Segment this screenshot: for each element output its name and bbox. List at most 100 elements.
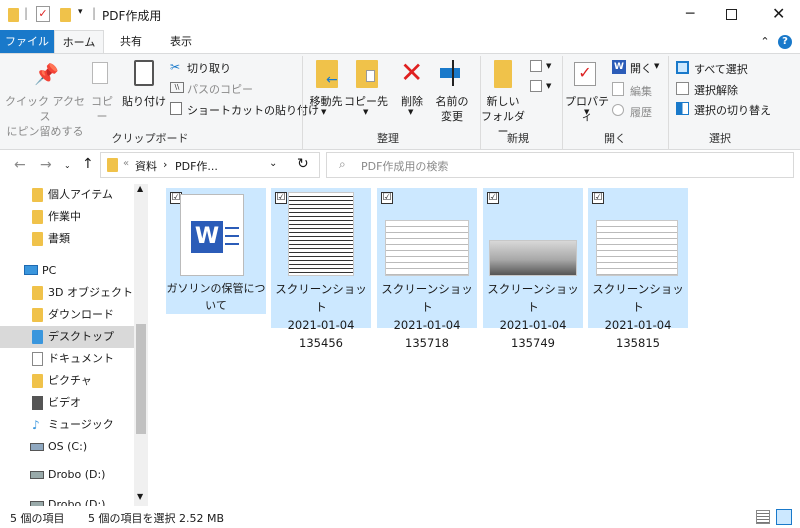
move-to-dropdown-icon[interactable]: ▼	[321, 108, 326, 116]
properties-quick-icon[interactable]: ✓	[36, 6, 50, 22]
breadcrumb-separator-icon[interactable]: ›	[163, 158, 167, 171]
open-dropdown-icon[interactable]: ▼	[654, 62, 659, 70]
scissors-icon: ✂	[170, 60, 181, 74]
forward-button[interactable]: →	[40, 157, 52, 173]
downloads-icon	[32, 308, 43, 322]
tab-home[interactable]: ホーム	[54, 30, 104, 54]
videos-icon	[32, 396, 43, 410]
move-to-button[interactable]: 移動先	[304, 94, 348, 109]
copy-to-dropdown-icon[interactable]: ▼	[363, 108, 368, 116]
nav-item-drive-d-network[interactable]: Drobo (D:)	[0, 494, 148, 506]
nav-item-label: デスクトップ	[48, 330, 114, 343]
maximize-button[interactable]	[726, 9, 737, 20]
title-bar: | ✓ ▾ | PDF作成用 ─ ✕	[0, 0, 800, 30]
tab-share[interactable]: 共有	[106, 30, 156, 54]
open-button[interactable]: 開く	[630, 60, 652, 76]
recent-dropdown-icon[interactable]: ⌄	[64, 161, 71, 170]
history-button[interactable]: 履歴	[630, 104, 652, 120]
nav-item-drive-d[interactable]: Drobo (D:)	[0, 464, 148, 486]
select-all-button[interactable]: すべて選択	[694, 61, 748, 77]
pin-to-quick-access-button[interactable]: クイック アクセス にピン留めする	[4, 94, 86, 139]
scroll-down-icon[interactable]: ▼	[137, 492, 143, 501]
large-icons-view-icon[interactable]	[776, 509, 792, 525]
breadcrumb-item[interactable]: PDF作...	[175, 158, 218, 174]
ribbon-collapse-icon[interactable]: ⌃	[756, 30, 774, 54]
clipboard-icon	[134, 60, 154, 86]
screenshot-thumbnail	[385, 220, 469, 276]
customize-toolbar-icon[interactable]: ▾	[78, 7, 83, 17]
nav-item-music[interactable]: ♪ ミュージック	[0, 414, 148, 436]
search-input[interactable]: PDF作成用の検索	[361, 158, 448, 174]
nav-item-label: ビデオ	[48, 396, 81, 409]
tab-view[interactable]: 表示	[156, 30, 206, 54]
documents-icon	[32, 352, 43, 366]
pc-icon	[24, 265, 38, 275]
status-bar: 5 個の項目 5 個の項目を選択 2.52 MB	[0, 506, 800, 528]
back-button[interactable]: ←	[14, 157, 26, 173]
file-item[interactable]: ☑ W ガソリンの保管について	[166, 188, 266, 314]
delete-dropdown-icon[interactable]: ▼	[408, 108, 413, 116]
select-none-icon	[676, 82, 689, 95]
file-name: スクリーンショット 2021-01-04 135718	[381, 282, 473, 350]
nav-item-documents-folder[interactable]: 書類	[0, 228, 148, 250]
nav-item-documents[interactable]: ドキュメント	[0, 348, 148, 370]
file-checkbox[interactable]: ☑	[592, 192, 604, 204]
easy-access-icon[interactable]	[530, 80, 542, 92]
cut-button[interactable]: 切り取り	[187, 60, 231, 76]
help-icon[interactable]: ?	[778, 35, 792, 49]
folder-icon	[8, 8, 19, 22]
file-checkbox[interactable]: ☑	[487, 192, 499, 204]
nav-item-desktop[interactable]: デスクトップ	[0, 326, 148, 348]
copy-path-icon: \\	[170, 82, 184, 93]
nav-item-downloads[interactable]: ダウンロード	[0, 304, 148, 326]
tab-file[interactable]: ファイル	[0, 30, 54, 54]
paste-shortcut-button[interactable]: ショートカットの貼り付け	[187, 102, 319, 118]
copy-to-button[interactable]: コピー先	[344, 94, 388, 109]
delete-button[interactable]: 削除	[394, 94, 430, 109]
select-none-button[interactable]: 選択解除	[694, 82, 738, 98]
screenshot-thumbnail	[596, 220, 678, 276]
nav-item-work[interactable]: 作業中	[0, 206, 148, 228]
nav-item-personal[interactable]: 個人アイテム	[0, 184, 148, 206]
properties-dropdown-icon[interactable]: ▼	[584, 108, 589, 116]
minimize-button[interactable]: ─	[686, 6, 694, 22]
properties-icon: ✓	[574, 62, 596, 86]
address-dropdown-icon[interactable]: ⌄	[269, 158, 277, 169]
file-checkbox[interactable]: ☑	[275, 192, 287, 204]
paste-button[interactable]: 貼り付け	[120, 94, 168, 109]
copy-path-button[interactable]: パスのコピー	[187, 81, 253, 97]
details-view-icon[interactable]	[756, 510, 770, 524]
easy-access-dropdown-icon[interactable]: ▼	[546, 82, 551, 90]
delete-icon: ✕	[400, 56, 424, 89]
copy-button[interactable]: コピー	[86, 94, 118, 124]
divider	[302, 56, 303, 150]
nav-item-label: ピクチャ	[48, 374, 92, 387]
file-checkbox[interactable]: ☑	[381, 192, 393, 204]
new-folder-quick-icon[interactable]	[60, 8, 71, 22]
file-item[interactable]: ☑ スクリーンショット 2021-01-04 135456	[271, 188, 371, 350]
search-box[interactable]: ⌕ PDF作成用の検索	[326, 152, 794, 178]
address-bar[interactable]: « 資料 › PDF作... ⌄ ↻	[100, 152, 320, 178]
rename-button[interactable]: 名前の 変更	[430, 94, 474, 124]
file-item[interactable]: ☑ スクリーンショット 2021-01-04 135749	[483, 188, 583, 350]
new-item-icon[interactable]	[530, 60, 542, 72]
nav-item-pictures[interactable]: ピクチャ	[0, 370, 148, 392]
edit-button[interactable]: 編集	[630, 83, 652, 99]
history-icon	[612, 104, 624, 116]
refresh-icon[interactable]: ↻	[297, 156, 309, 172]
close-button[interactable]: ✕	[772, 4, 785, 23]
nav-item-3d-objects[interactable]: 3D オブジェクト	[0, 282, 148, 304]
nav-scrollbar[interactable]: ▲ ▼	[134, 184, 148, 506]
scroll-thumb[interactable]	[136, 324, 146, 434]
music-icon: ♪	[32, 418, 40, 432]
file-item[interactable]: ☑ スクリーンショット 2021-01-04 135718	[377, 188, 477, 350]
file-item[interactable]: ☑ スクリーンショット 2021-01-04 135815	[588, 188, 688, 350]
nav-item-pc[interactable]: PC	[0, 260, 148, 282]
nav-item-videos[interactable]: ビデオ	[0, 392, 148, 414]
scroll-up-icon[interactable]: ▲	[137, 184, 143, 193]
up-button[interactable]: ↑	[82, 156, 94, 172]
breadcrumb-item[interactable]: 資料	[135, 158, 157, 174]
invert-selection-button[interactable]: 選択の切り替え	[694, 102, 771, 118]
new-item-dropdown-icon[interactable]: ▼	[546, 62, 551, 70]
nav-item-drive-c[interactable]: OS (C:)	[0, 436, 148, 458]
